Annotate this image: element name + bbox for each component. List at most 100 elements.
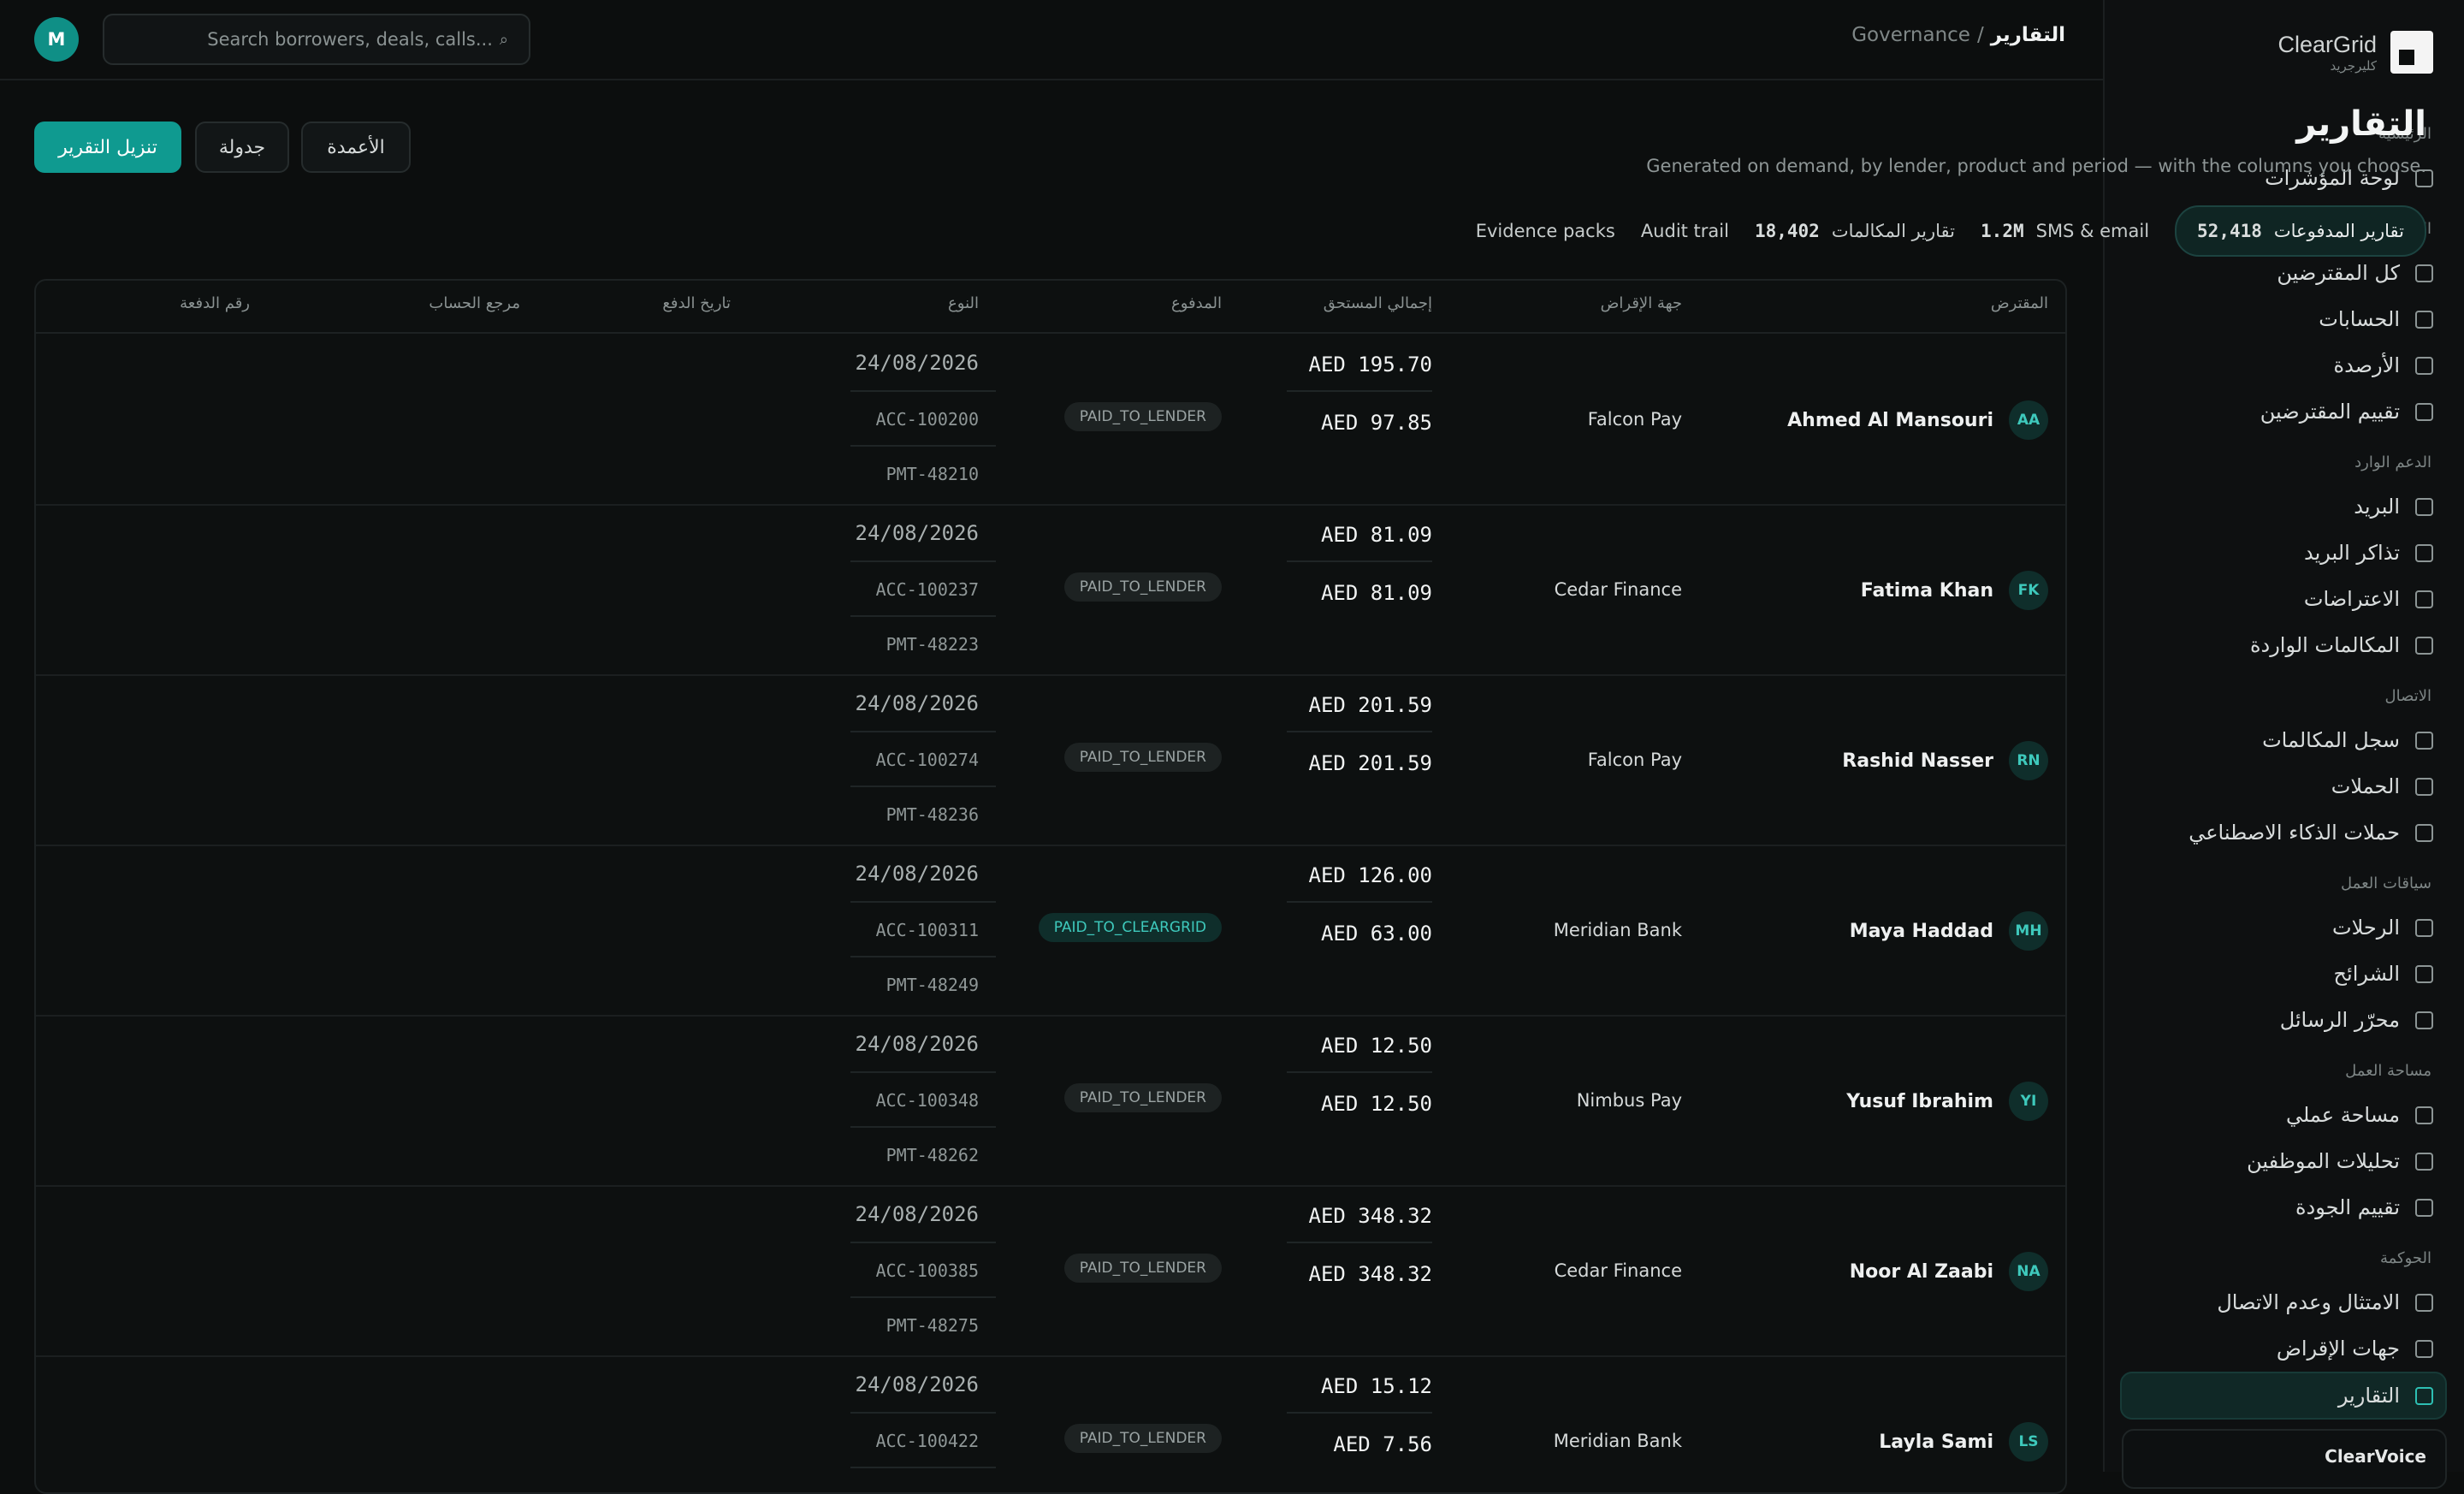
brand[interactable]: ClearGrid كليرجريد xyxy=(2277,31,2433,74)
account-ref[interactable]: ACC-100200 xyxy=(850,394,996,447)
column-header-paid[interactable]: المدفوع xyxy=(1171,294,1222,312)
sidebar-item-label: تحليلات الموظفين xyxy=(2247,1149,2400,1173)
column-header-type[interactable]: النوع xyxy=(948,294,979,312)
column-header-lender[interactable]: جهة الإقراض xyxy=(1601,294,1682,312)
sidebar-item[interactable]: تقييم الجودة xyxy=(2103,1184,2464,1230)
schedule-button[interactable]: جدولة xyxy=(195,122,289,173)
total-due: AED 201.59 xyxy=(1287,679,1432,732)
report-tab[interactable]: SMS & email 1.2M xyxy=(1981,207,2149,255)
sidebar-item[interactable]: مساحة عملي xyxy=(2103,1092,2464,1138)
sidebar-item[interactable]: الرحلات xyxy=(2103,904,2464,951)
clearvoice-label: ClearVoice xyxy=(2325,1446,2426,1467)
account-ref[interactable]: ACC-100422 xyxy=(850,1415,996,1468)
borrower-cell[interactable]: AA Ahmed Al Mansouri xyxy=(1787,400,2048,440)
borrower-name[interactable]: Ahmed Al Mansouri xyxy=(1787,410,1993,431)
payment-number[interactable]: PMT-48236 xyxy=(850,789,996,840)
sidebar-item[interactable]: البريد xyxy=(2103,483,2464,530)
table-row[interactable]: RN Rashid Nasser Falcon Pay AED 201.59 AED 2… xyxy=(36,674,2065,846)
page-title: التقارير xyxy=(2296,104,2426,144)
column-header-payment-number[interactable]: رقم الدفعة xyxy=(180,294,250,312)
column-header-payment-date[interactable]: تاريخ الدفع xyxy=(662,294,731,312)
report-tab[interactable]: Audit trail xyxy=(1641,207,1729,255)
borrower-name[interactable]: Maya Haddad xyxy=(1850,921,1993,942)
tab-label: تقارير المكالمات xyxy=(1831,221,1956,241)
column-header-account-ref[interactable]: مرجع الحساب xyxy=(429,294,520,312)
sidebar-item[interactable]: سجل المكالمات xyxy=(2103,717,2464,763)
sidebar-item[interactable]: التقارير xyxy=(2120,1372,2447,1420)
table-row[interactable]: LS Layla Sami Meridian Bank AED 15.12 AED 7.… xyxy=(36,1355,2065,1492)
type-column: 24/08/2026 ACC-100422 xyxy=(850,1355,996,1492)
report-tabs: تقارير المدفوعات 52,418 SMS & email 1.2M تقا… xyxy=(1476,205,2426,257)
type-column: 24/08/2026 ACC-100237 PMT-48223 xyxy=(850,504,996,674)
download-report-button[interactable]: تنزيل التقرير xyxy=(34,122,181,173)
sidebar-item[interactable]: الحملات xyxy=(2103,763,2464,809)
columns-button[interactable]: الأعمدة xyxy=(301,122,411,173)
sidebar-nav: الرئيسيةلوحة المؤشراتالمقترضونكل المقترض… xyxy=(2103,125,2464,1420)
search-input[interactable]: Search borrowers, deals, calls... ⌕ xyxy=(103,14,530,65)
report-tab[interactable]: Evidence packs xyxy=(1476,207,1615,255)
payment-number[interactable]: PMT-48210 xyxy=(850,448,996,500)
total-due: AED 126.00 xyxy=(1287,850,1432,903)
table-row[interactable]: YI Yusuf Ibrahim Nimbus Pay AED 12.50 AED 12… xyxy=(36,1015,2065,1187)
borrower-cell[interactable]: LS Layla Sami xyxy=(1879,1422,2048,1461)
checkbox-icon xyxy=(2415,543,2433,562)
payment-number[interactable]: PMT-48223 xyxy=(850,619,996,670)
type-column: 24/08/2026 ACC-100200 PMT-48210 xyxy=(850,334,996,504)
top-bar: M Search borrowers, deals, calls... ⌕ ال… xyxy=(0,0,2103,80)
tab-count: 52,418 xyxy=(2197,221,2262,241)
borrower-name[interactable]: Fatima Khan xyxy=(1861,580,1993,602)
table-row[interactable]: AA Ahmed Al Mansouri Falcon Pay AED 195.70 A… xyxy=(36,334,2065,506)
payment-number[interactable]: PMT-48262 xyxy=(850,1129,996,1181)
paid-amount: AED 201.59 xyxy=(1308,751,1433,775)
sidebar-item[interactable]: محرّر الرسائل xyxy=(2103,997,2464,1043)
borrower-cell[interactable]: RN Rashid Nasser xyxy=(1842,741,2048,780)
sidebar-section-title: سياقات العمل xyxy=(2341,874,2431,892)
type-column: 24/08/2026 ACC-100348 PMT-48262 xyxy=(850,1015,996,1185)
report-tab[interactable]: تقارير المدفوعات 52,418 xyxy=(2175,205,2426,257)
borrower-name[interactable]: Yusuf Ibrahim xyxy=(1846,1091,1993,1112)
payment-number[interactable]: PMT-48249 xyxy=(850,959,996,1011)
table-row[interactable]: MH Maya Haddad Meridian Bank AED 126.00 AED … xyxy=(36,845,2065,1017)
total-due: AED 81.09 xyxy=(1287,509,1432,562)
sidebar-item[interactable]: الامتثال وعدم الاتصال xyxy=(2103,1279,2464,1325)
status-badge: PAID_TO_CLEARGRID xyxy=(1038,913,1222,942)
sidebar-item[interactable]: تقييم المقترضين xyxy=(2103,388,2464,435)
borrower-cell[interactable]: YI Yusuf Ibrahim xyxy=(1846,1082,2048,1121)
account-ref[interactable]: ACC-100311 xyxy=(850,904,996,957)
breadcrumb-parent[interactable]: Governance xyxy=(1851,24,1970,46)
table-row[interactable]: NA Noor Al Zaabi Cedar Finance AED 348.32 AE… xyxy=(36,1185,2065,1357)
sidebar-item[interactable]: المكالمات الواردة xyxy=(2103,622,2464,668)
account-ref[interactable]: ACC-100348 xyxy=(850,1075,996,1128)
sidebar-item[interactable]: تذاكر البريد xyxy=(2103,530,2464,576)
total-due: AED 348.32 xyxy=(1287,1190,1432,1243)
borrower-name[interactable]: Layla Sami xyxy=(1879,1432,1993,1453)
sidebar-item[interactable]: الحسابات xyxy=(2103,296,2464,342)
borrower-name[interactable]: Rashid Nasser xyxy=(1842,750,1993,772)
sidebar-item[interactable]: كل المقترضين xyxy=(2103,250,2464,296)
sidebar-item[interactable]: جهات الإقراض xyxy=(2103,1325,2464,1372)
account-ref[interactable]: ACC-100274 xyxy=(850,734,996,787)
report-tab[interactable]: تقارير المكالمات 18,402 xyxy=(1755,207,1955,255)
sidebar-item[interactable]: الشرائح xyxy=(2103,951,2464,997)
status-badge: PAID_TO_LENDER xyxy=(1063,743,1222,772)
table-row[interactable]: FK Fatima Khan Cedar Finance AED 81.09 AED 8… xyxy=(36,504,2065,676)
payment-date: 24/08/2026 xyxy=(850,509,996,562)
clearvoice-card[interactable]: ClearVoice xyxy=(2122,1429,2447,1489)
sidebar-item[interactable]: الاعتراضات xyxy=(2103,576,2464,622)
borrower-cell[interactable]: NA Noor Al Zaabi xyxy=(1850,1252,2048,1291)
account-ref[interactable]: ACC-100237 xyxy=(850,564,996,617)
checkbox-icon xyxy=(2415,1198,2433,1217)
sidebar-item[interactable]: الأرصدة xyxy=(2103,342,2464,388)
user-avatar[interactable]: M xyxy=(34,17,79,62)
payment-number[interactable]: PMT-48275 xyxy=(850,1300,996,1351)
borrower-cell[interactable]: FK Fatima Khan xyxy=(1861,571,2048,610)
borrower-cell[interactable]: MH Maya Haddad xyxy=(1850,911,2048,951)
sidebar-item[interactable]: تحليلات الموظفين xyxy=(2103,1138,2464,1184)
column-header-total[interactable]: إجمالي المستحق xyxy=(1324,294,1432,312)
checkbox-icon xyxy=(2415,1293,2433,1312)
column-header-borrower[interactable]: المقترض xyxy=(1991,294,2048,312)
account-ref[interactable]: ACC-100385 xyxy=(850,1245,996,1298)
sidebar-item[interactable]: حملات الذكاء الاصطناعي xyxy=(2103,809,2464,856)
paid-amount: AED 7.56 xyxy=(1333,1432,1432,1456)
borrower-name[interactable]: Noor Al Zaabi xyxy=(1850,1261,1993,1283)
